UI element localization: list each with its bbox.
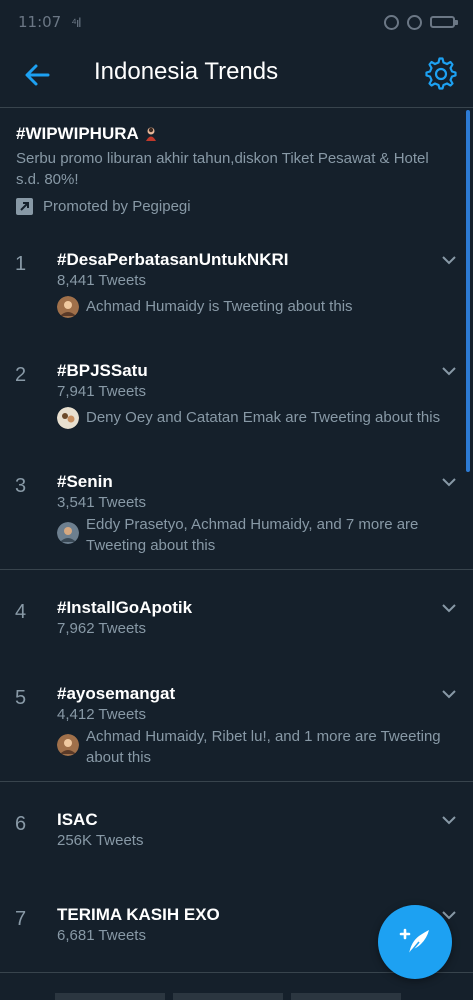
app-header: Indonesia Trends [0,44,473,108]
promoted-by-label: Promoted by Pegipegi [43,198,191,215]
trend-context-text: Deny Oey and Catatan Emak are Tweeting a… [86,409,441,426]
trend-context: Eddy Prasetyo, Achmad Humaidy, and 7 mor… [57,514,447,556]
promoted-trend[interactable]: #WIPWIPHURA Serbu promo liburan akhir ta… [16,124,456,215]
bottom-nav-segment[interactable] [291,993,401,1000]
chevron-down-icon[interactable] [440,475,458,489]
compose-tweet-icon [399,928,429,955]
trend-rank: 5 [15,687,27,709]
trend-tweet-count: 3,541 Tweets [57,494,146,511]
status-bar: 11:07 ⁴ıl [0,0,473,44]
promo-title-row: #WIPWIPHURA [16,124,456,144]
trend-context-text: Eddy Prasetyo, Achmad Humaidy, and 7 mor… [86,516,419,554]
signal-icon: ⁴ıl [71,14,81,30]
avatar [57,734,79,756]
bottom-nav-segment[interactable] [173,993,283,1000]
trend-context: Deny Oey and Catatan Emak are Tweeting a… [57,407,447,429]
chevron-down-icon[interactable] [440,813,458,827]
promoted-icon [16,198,33,215]
chevron-down-icon[interactable] [440,687,458,701]
trend-name: #Senin [57,472,113,491]
chevron-down-icon[interactable] [440,364,458,378]
promo-title: #WIPWIPHURA [16,124,139,143]
trend-rank: 7 [15,908,27,930]
trend-context: Achmad Humaidy, Ribet lu!, and 1 more ar… [57,726,447,768]
trend-tweet-count: 4,412 Tweets [57,706,146,723]
page-title: Indonesia Trends [94,58,279,85]
trend-rank: 4 [15,601,27,623]
trend-rank: 2 [15,364,27,386]
gear-icon[interactable] [424,57,458,91]
chevron-down-icon[interactable] [440,601,458,615]
trend-name: #BPJSSatu [57,361,148,380]
trend-name: ISAC [57,810,98,829]
trend-tweet-count: 7,941 Tweets [57,383,146,400]
trend-name: #ayosemangat [57,684,176,703]
avatar [57,296,79,318]
bottom-nav-bar [0,993,473,1000]
trend-tweet-count: 8,441 Tweets [57,272,146,289]
trend-context: Achmad Humaidy is Tweeting about this [57,296,447,318]
divider [0,569,473,570]
trend-context-text: Achmad Humaidy is Tweeting about this [86,298,353,315]
trend-name: #DesaPerbatasanUntukNKRI [57,250,289,269]
trend-context-text: Achmad Humaidy, Ribet lu!, and 1 more ar… [86,728,441,766]
promoted-by-row: Promoted by Pegipegi [16,198,456,215]
chevron-down-icon[interactable] [440,253,458,267]
sync-icon [384,14,399,30]
divider [0,781,473,782]
status-icons [384,14,458,30]
trend-rank: 1 [15,253,27,275]
trend-name: TERIMA KASIH EXO [57,905,220,924]
trend-tweet-count: 7,962 Tweets [57,620,146,637]
trend-tweet-count: 256K Tweets [57,832,144,849]
bottom-nav-segment[interactable] [55,993,165,1000]
status-time: 11:07 [18,13,62,31]
avatar [57,407,79,429]
trend-tweet-count: 6,681 Tweets [57,927,146,944]
arrow-left-icon[interactable] [22,60,52,90]
scrollbar[interactable] [466,110,470,472]
doll-emoji-icon [145,127,156,141]
avatar [57,522,79,544]
trend-rank: 3 [15,475,27,497]
alarm-icon [407,14,422,30]
trend-name: #InstallGoApotik [57,598,193,617]
trend-rank: 6 [15,813,27,835]
battery-icon [430,16,458,28]
promo-description: Serbu promo liburan akhir tahun,diskon T… [16,150,429,188]
compose-tweet-button[interactable] [378,905,452,979]
